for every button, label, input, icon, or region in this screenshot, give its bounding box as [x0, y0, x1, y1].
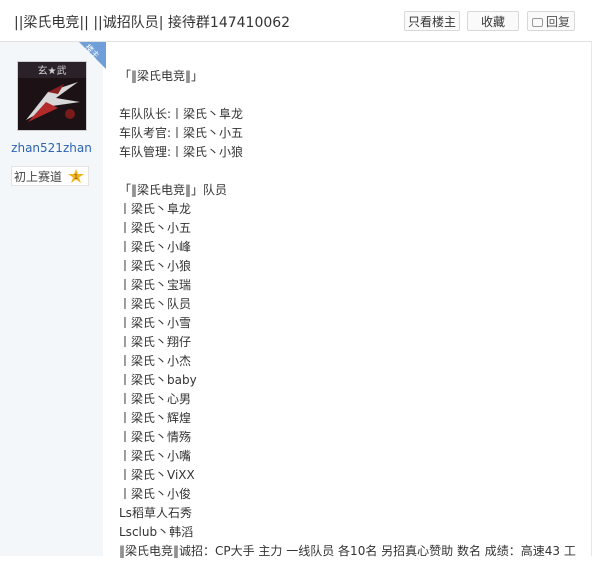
post-line: 丨梁氏丶小俊: [119, 487, 192, 501]
post-line: Lsclub丶韩滔: [119, 525, 194, 539]
level-badge[interactable]: 初上赛道 1: [11, 166, 89, 186]
post-line: 丨梁氏丶辉煌: [119, 411, 192, 425]
avatar-text: 玄★武: [38, 64, 67, 77]
post-line: 车队考官:丨梁氏丶小五: [119, 126, 244, 140]
post-line: 「‖梁氏电竞‖」: [119, 69, 204, 83]
post-line: 丨梁氏丶阜龙: [119, 202, 192, 216]
post-line: 丨梁氏丶小狼: [119, 259, 192, 273]
avatar-image: 玄★武: [18, 62, 86, 130]
post-line: 丨梁氏丶小五: [119, 221, 192, 235]
post-line: ‖梁氏电竞‖诚招：CP大手 主力 一线队员 各10名 另招真心赞助 数名 成绩：…: [119, 544, 576, 558]
post-content: 「‖梁氏电竞‖」车队队长:丨梁氏丶阜龙 车队考官:丨梁氏丶小五 车队管理:丨梁氏丶小…: [119, 67, 576, 561]
reply-icon: [531, 18, 543, 27]
post-line: 丨梁氏丶小杰: [119, 354, 192, 368]
level-star-icon: 1: [67, 169, 84, 183]
only-op-button[interactable]: 只看楼主: [404, 11, 460, 31]
post-line: 车队管理:丨梁氏丶小狼: [119, 145, 244, 159]
post-line: 丨梁氏丶翔仔: [119, 335, 192, 349]
reply-label: 回复: [545, 15, 570, 29]
author-name[interactable]: zhan521zhan: [0, 141, 103, 155]
level-title: 初上赛道: [14, 170, 63, 184]
favorite-button[interactable]: 收藏: [467, 11, 519, 31]
reply-button[interactable]: 回复: [527, 11, 575, 31]
thread-title: ||梁氏电竞|| ||诚招队员| 接待群147410062: [14, 15, 291, 31]
post-line: 丨梁氏丶baby: [119, 373, 197, 387]
avatar[interactable]: 玄★武: [17, 61, 87, 131]
post-line: 丨梁氏丶心男: [119, 392, 192, 406]
post-line: 丨梁氏丶小峰: [119, 240, 192, 254]
post-line: 丨梁氏丶小雪: [119, 316, 192, 330]
post-line: 丨梁氏丶小嘴: [119, 449, 192, 463]
level-number: 1: [74, 173, 78, 181]
post-line: 丨梁氏丶宝瑞: [119, 278, 192, 292]
post-line: 丨梁氏丶ViXX: [119, 468, 195, 482]
post-line: 丨梁氏丶队员: [119, 297, 192, 311]
post-line: 车队队长:丨梁氏丶阜龙: [119, 107, 244, 121]
post-line: 「‖梁氏电竞‖」队员: [119, 183, 228, 197]
thread-header: ||梁氏电竞|| ||诚招队员| 接待群147410062 只看楼主 收藏 回复: [0, 0, 592, 42]
post-line: 丨梁氏丶情殇: [119, 430, 192, 444]
post-line: Ls稻草人石秀: [119, 506, 192, 520]
